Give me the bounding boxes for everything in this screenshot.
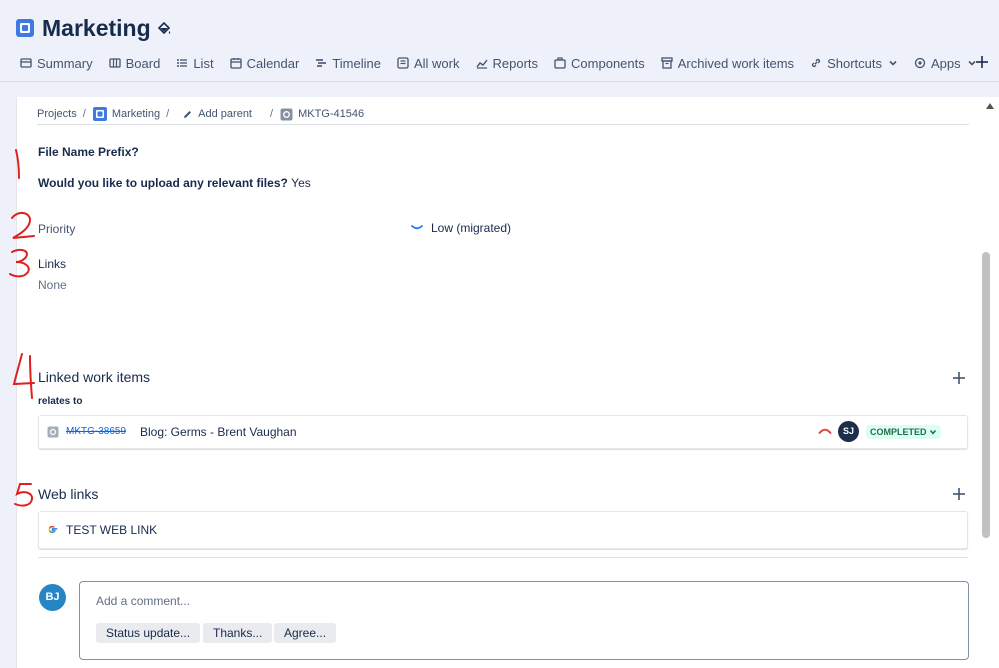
breadcrumb-project-label: Marketing bbox=[111, 108, 161, 120]
priority-value: Low (migrated) bbox=[431, 221, 512, 235]
work-item-icon bbox=[47, 426, 59, 438]
paint-bucket-icon[interactable] bbox=[156, 21, 172, 37]
board-icon bbox=[108, 58, 121, 68]
project-avatar-icon[interactable] bbox=[16, 19, 34, 37]
linked-item-row[interactable]: MKTG-38659 Blog: Germs - Brent Vaughan S… bbox=[38, 415, 968, 449]
add-linked-item-plus-icon[interactable] bbox=[951, 370, 967, 386]
tab-label: All work bbox=[413, 55, 460, 71]
priority-label: Priority bbox=[38, 222, 76, 236]
links-label: Links bbox=[38, 257, 67, 271]
breadcrumb-issue[interactable]: MKTG-41546 bbox=[280, 108, 364, 121]
tab-label: Apps bbox=[930, 55, 961, 71]
assignee-avatar[interactable]: SJ bbox=[838, 421, 859, 442]
calendar-icon bbox=[229, 58, 242, 69]
tab-label: List bbox=[193, 55, 214, 71]
add-parent-label: Add parent bbox=[198, 108, 252, 120]
summary-icon bbox=[20, 58, 32, 68]
linked-item-summary[interactable]: Blog: Germs - Brent Vaughan bbox=[140, 425, 297, 439]
pencil-icon bbox=[184, 110, 192, 118]
priority-high-icon bbox=[818, 428, 832, 434]
project-avatar-icon bbox=[92, 107, 107, 121]
chevron-down-icon bbox=[889, 60, 897, 66]
upload-files-field: Would you like to upload any relevant fi… bbox=[38, 176, 311, 190]
status-label: COMPLETED bbox=[870, 427, 927, 437]
add-web-link-plus-icon[interactable] bbox=[951, 486, 967, 502]
tab-list[interactable]: List bbox=[176, 55, 214, 71]
scrollbar-thumb[interactable] bbox=[982, 252, 990, 538]
web-link-row[interactable]: TEST WEB LINK bbox=[38, 511, 968, 549]
tab-label: Board bbox=[125, 55, 161, 71]
links-value[interactable]: None bbox=[38, 278, 67, 292]
relation-label: relates to bbox=[38, 396, 83, 407]
tab-board[interactable]: Board bbox=[108, 55, 161, 71]
comment-input[interactable] bbox=[96, 592, 596, 610]
header-divider bbox=[0, 81, 999, 82]
apps-icon bbox=[914, 57, 926, 69]
list-icon bbox=[177, 59, 188, 67]
add-parent-button[interactable]: Add parent bbox=[182, 108, 252, 120]
issue-panel: Projects / Marketing / Add parent / MKTG… bbox=[16, 97, 999, 668]
quick-reply-agree[interactable]: Agree... bbox=[274, 623, 337, 643]
breadcrumb-separator: / bbox=[166, 108, 170, 120]
tab-label: Timeline bbox=[332, 55, 381, 71]
file-name-prefix-label: File Name Prefix? bbox=[38, 145, 139, 159]
tab-all-work[interactable]: All work bbox=[397, 56, 460, 71]
tab-label: Shortcuts bbox=[827, 55, 882, 71]
section-divider bbox=[38, 557, 968, 558]
tab-apps[interactable]: Apps bbox=[914, 56, 977, 71]
linked-item-key[interactable]: MKTG-38659 bbox=[66, 426, 126, 437]
current-user-avatar[interactable]: BJ bbox=[39, 584, 66, 611]
linked-items-heading: Linked work items bbox=[38, 369, 151, 385]
timeline-icon bbox=[316, 59, 327, 67]
web-link-text[interactable]: TEST WEB LINK bbox=[66, 523, 157, 537]
archive-icon bbox=[661, 57, 673, 69]
tab-label: Summary bbox=[37, 55, 93, 71]
upload-files-label: Would you like to upload any relevant fi… bbox=[38, 176, 288, 190]
tab-archived[interactable]: Archived work items bbox=[661, 56, 794, 71]
quick-reply-status-update[interactable]: Status update... bbox=[96, 623, 201, 643]
project-header: Marketing Summary Board List Calendar Ti… bbox=[0, 0, 999, 90]
reports-icon bbox=[475, 59, 488, 69]
tab-timeline[interactable]: Timeline bbox=[315, 56, 381, 71]
quick-reply-thanks[interactable]: Thanks... bbox=[203, 623, 273, 643]
breadcrumb-separator: / bbox=[82, 108, 86, 120]
tab-label: Archived work items bbox=[677, 55, 795, 71]
project-title: Marketing bbox=[42, 15, 151, 41]
breadcrumb: Projects / Marketing / Add parent / MKTG… bbox=[37, 105, 364, 123]
all-work-icon bbox=[397, 57, 409, 69]
tab-shortcuts[interactable]: Shortcuts bbox=[810, 56, 898, 71]
upload-files-value: Yes bbox=[291, 176, 311, 190]
status-badge[interactable]: COMPLETED bbox=[866, 425, 941, 439]
tab-label: Components bbox=[571, 55, 645, 71]
components-icon bbox=[554, 57, 566, 69]
comment-editor[interactable]: Status update... Thanks... Agree... bbox=[79, 581, 969, 660]
project-tabs: Summary Board List Calendar Timeline All… bbox=[20, 53, 993, 73]
issue-key: MKTG-41546 bbox=[298, 108, 365, 120]
breadcrumb-projects[interactable]: Projects bbox=[37, 108, 77, 120]
web-links-heading: Web links bbox=[38, 486, 99, 502]
tab-calendar[interactable]: Calendar bbox=[229, 55, 300, 71]
tab-label: Reports bbox=[492, 55, 539, 71]
breadcrumb-divider bbox=[37, 124, 969, 125]
google-favicon-icon bbox=[48, 525, 58, 534]
tab-summary[interactable]: Summary bbox=[20, 56, 93, 71]
breadcrumb-project[interactable]: Marketing bbox=[92, 107, 161, 121]
tab-label: Calendar bbox=[246, 55, 300, 71]
priority-low-icon bbox=[411, 225, 423, 230]
scroll-up-arrow-icon[interactable] bbox=[986, 103, 994, 109]
priority-field[interactable]: Low (migrated) bbox=[411, 221, 511, 235]
work-item-icon bbox=[280, 108, 293, 120]
tab-components[interactable]: Components bbox=[554, 56, 645, 71]
breadcrumb-separator: / bbox=[270, 108, 274, 120]
add-tab-plus-icon[interactable] bbox=[973, 53, 991, 71]
link-icon bbox=[811, 58, 821, 68]
tab-reports[interactable]: Reports bbox=[475, 55, 539, 71]
chevron-down-icon bbox=[929, 430, 936, 435]
